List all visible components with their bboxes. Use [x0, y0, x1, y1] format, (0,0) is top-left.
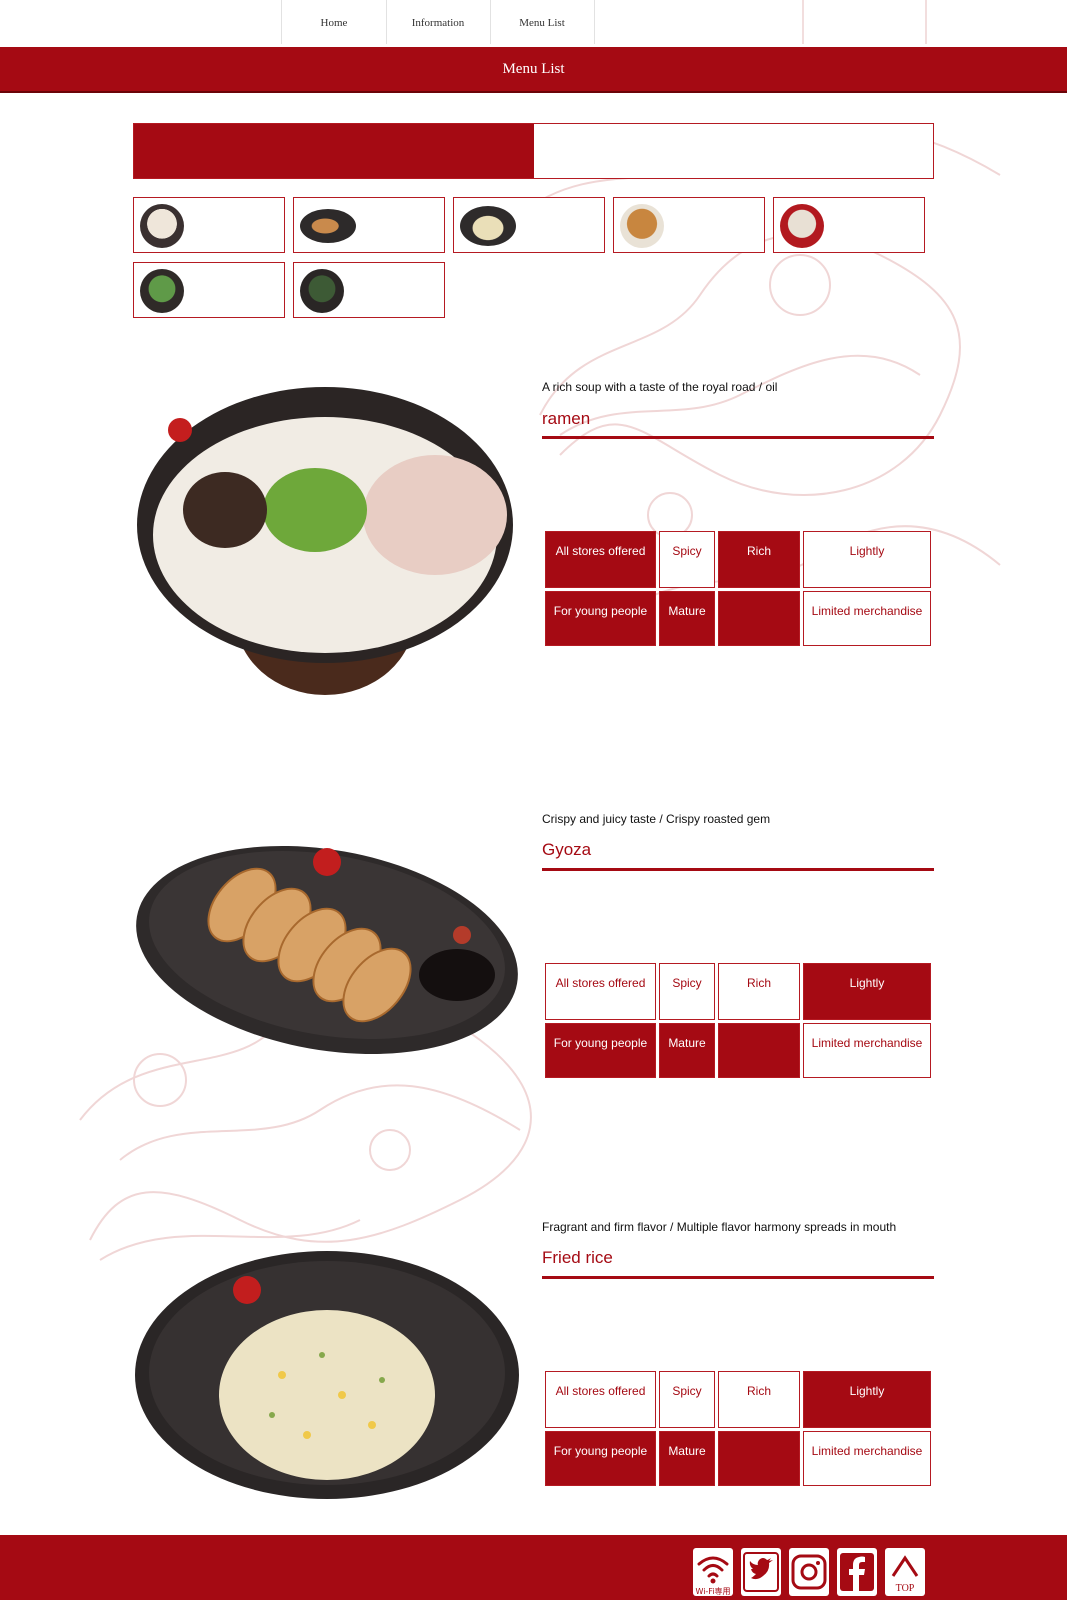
wifi-label: Wi-Fi専用	[695, 1586, 730, 1596]
thumb-red-bowl-ramen[interactable]	[773, 197, 925, 253]
facebook-link[interactable]	[837, 1548, 877, 1596]
fried-rice-subtitle: Fragrant and firm flavor / Multiple flav…	[542, 1220, 897, 1234]
thumb-ramen[interactable]	[133, 197, 285, 253]
tag-mature: Mature	[659, 1431, 715, 1486]
thumb-gyoza[interactable]	[293, 197, 445, 253]
tag-for-young-people: For young people	[545, 1431, 656, 1486]
fried-rice-title-rule	[542, 1276, 934, 1279]
nav-menu-list[interactable]: Menu List	[490, 17, 594, 29]
instagram-link[interactable]	[789, 1548, 829, 1596]
facebook-icon	[840, 1553, 874, 1591]
twitter-icon	[743, 1552, 779, 1592]
red-bowl-ramen-icon	[780, 204, 824, 248]
thumb-seaweed-bowl[interactable]	[293, 262, 445, 318]
ramen-bowl-icon	[140, 204, 184, 248]
tag-spicy: Spicy	[659, 963, 715, 1020]
tag-spicy: Spicy	[659, 531, 715, 588]
ramen-title-rule	[542, 436, 934, 439]
tag-all-stores: All stores offered	[545, 963, 656, 1020]
nav-decoration	[802, 0, 804, 44]
tag-mature: Mature	[659, 1023, 715, 1078]
tag-limited-merchandise: Limited merchandise	[803, 1023, 931, 1078]
tag-blank	[718, 591, 800, 646]
top-icon: TOP	[891, 1555, 919, 1594]
ramen-title: ramen	[542, 409, 591, 428]
tag-lightly: Lightly	[803, 1371, 931, 1428]
tag-mature: Mature	[659, 591, 715, 646]
spicy-ramen-bowl-icon	[620, 204, 664, 248]
gyoza-title: Gyoza	[542, 840, 592, 859]
back-to-top-button[interactable]: TOP	[885, 1548, 925, 1596]
tag-all-stores: All stores offered	[545, 531, 656, 588]
tag-rich: Rich	[718, 963, 800, 1020]
tag-blank	[718, 1431, 800, 1486]
gyoza-image	[136, 845, 518, 1055]
tag-limited-merchandise: Limited merchandise	[803, 1431, 931, 1486]
top-navigation: Home Information Menu List	[0, 0, 1067, 47]
top-label: TOP	[896, 1583, 915, 1594]
tag-blank	[718, 1023, 800, 1078]
tag-all-stores: All stores offered	[545, 1371, 656, 1428]
tag-rich: Rich	[718, 531, 800, 588]
fried-rice-title: Fried rice	[542, 1248, 613, 1267]
fried-rice-image	[135, 1251, 519, 1499]
page-title-bar: Menu List	[0, 47, 1067, 93]
thumb-green-bowl[interactable]	[133, 262, 285, 318]
category-tabs	[133, 123, 934, 179]
twitter-link[interactable]	[741, 1548, 781, 1596]
green-topping-bowl-icon	[140, 269, 184, 313]
page-title: Menu List	[502, 61, 565, 77]
instagram-icon	[791, 1554, 827, 1590]
tab-inactive[interactable]	[534, 124, 933, 178]
tag-limited-merchandise: Limited merchandise	[803, 591, 931, 646]
wifi-link[interactable]: Wi-Fi専用	[693, 1548, 733, 1596]
tag-rich: Rich	[718, 1371, 800, 1428]
ramen-image	[137, 387, 513, 695]
fried-rice-plate-icon	[460, 206, 516, 246]
nav-divider	[594, 0, 595, 44]
tab-active[interactable]	[134, 124, 534, 178]
nav-information[interactable]: Information	[386, 17, 490, 29]
nav-home[interactable]: Home	[282, 17, 386, 29]
tag-lightly: Lightly	[803, 531, 931, 588]
tag-lightly: Lightly	[803, 963, 931, 1020]
gyoza-title-rule	[542, 868, 934, 871]
tag-for-young-people: For young people	[545, 591, 656, 646]
seaweed-topping-bowl-icon	[300, 269, 344, 313]
ramen-subtitle: A rich soup with a taste of the royal ro…	[542, 380, 778, 394]
tag-for-young-people: For young people	[545, 1023, 656, 1078]
nav-decoration	[925, 0, 927, 44]
gyoza-subtitle: Crispy and juicy taste / Crispy roasted …	[542, 812, 771, 826]
gyoza-plate-icon	[300, 209, 356, 243]
thumb-fried-rice[interactable]	[453, 197, 605, 253]
thumb-spicy-ramen[interactable]	[613, 197, 765, 253]
tag-spicy: Spicy	[659, 1371, 715, 1428]
wifi-icon: Wi-Fi専用	[695, 1556, 731, 1596]
